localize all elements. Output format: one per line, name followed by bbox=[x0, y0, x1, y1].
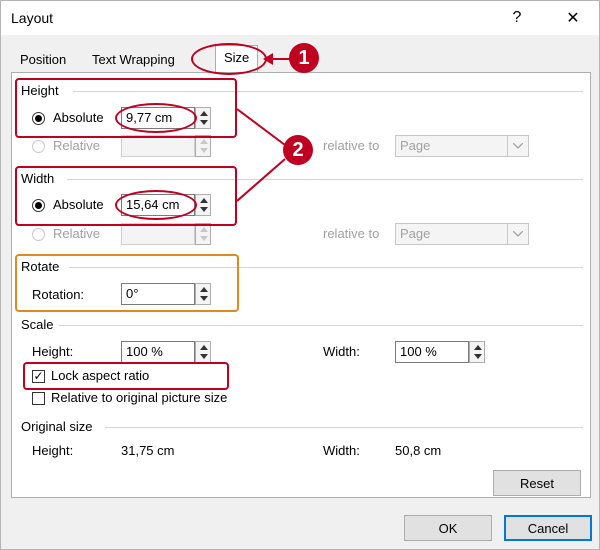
height-relative-to-value: Page bbox=[400, 138, 431, 153]
width-relative-input[interactable] bbox=[121, 223, 195, 245]
original-height-label: Height: bbox=[32, 443, 74, 458]
lock-aspect-highlight-box bbox=[23, 362, 229, 390]
title-bar: Layout ? ✕ bbox=[1, 1, 599, 35]
width-relative-to-value: Page bbox=[400, 226, 431, 241]
layout-dialog: Layout ? ✕ Position Text Wrapping Size H… bbox=[0, 0, 600, 550]
reset-button[interactable]: Reset bbox=[493, 470, 581, 496]
scale-width-spinner[interactable] bbox=[469, 341, 485, 363]
chevron-down-icon bbox=[507, 136, 528, 156]
help-icon: ? bbox=[512, 9, 522, 26]
width-relative-label: Relative bbox=[53, 226, 100, 241]
height-relative-label: Relative bbox=[53, 138, 100, 153]
close-icon: ✕ bbox=[566, 10, 580, 27]
arrow-icon bbox=[263, 53, 291, 65]
tab-text-wrapping[interactable]: Text Wrapping bbox=[83, 47, 184, 73]
height-relative-spinner[interactable] bbox=[195, 135, 211, 157]
help-button[interactable]: ? bbox=[499, 5, 535, 31]
scale-height-spinner[interactable] bbox=[195, 341, 211, 363]
original-size-group-divider bbox=[105, 427, 583, 428]
rotate-highlight-box bbox=[15, 254, 239, 312]
badge-one: 1 bbox=[289, 43, 319, 73]
width-value-highlight bbox=[115, 190, 197, 220]
cancel-button[interactable]: Cancel bbox=[504, 515, 592, 541]
scale-width-label: Width: bbox=[323, 344, 360, 359]
height-relative-input[interactable] bbox=[121, 135, 195, 157]
original-width-value: 50,8 cm bbox=[395, 443, 442, 458]
badge-two: 2 bbox=[283, 135, 313, 165]
dialog-title: Layout bbox=[11, 10, 54, 26]
relative-original-size-checkbox[interactable] bbox=[32, 392, 45, 405]
close-button[interactable]: ✕ bbox=[555, 5, 591, 31]
relative-original-size-label: Relative to original picture size bbox=[51, 390, 228, 405]
width-relative-to-select[interactable]: Page bbox=[395, 223, 529, 245]
original-height-value: 31,75 cm bbox=[121, 443, 175, 458]
scale-width-input[interactable]: 100 % bbox=[395, 341, 469, 363]
width-relative-radio[interactable] bbox=[32, 228, 45, 241]
chevron-down-icon bbox=[507, 224, 528, 244]
width-relative-to-label: relative to bbox=[323, 226, 380, 241]
tab-position[interactable]: Position bbox=[11, 47, 75, 73]
scale-height-label: Height: bbox=[32, 344, 74, 359]
width-relative-spinner[interactable] bbox=[195, 223, 211, 245]
size-tab-highlight bbox=[191, 43, 267, 75]
scale-group-divider bbox=[59, 325, 583, 326]
height-value-highlight bbox=[115, 103, 197, 133]
height-relative-to-label: relative to bbox=[323, 138, 380, 153]
original-size-group-label: Original size bbox=[21, 419, 93, 434]
height-relative-to-select[interactable]: Page bbox=[395, 135, 529, 157]
height-relative-radio[interactable] bbox=[32, 140, 45, 153]
scale-group-label: Scale bbox=[21, 317, 54, 332]
ok-button[interactable]: OK bbox=[404, 515, 492, 541]
original-width-label: Width: bbox=[323, 443, 360, 458]
scale-height-input[interactable]: 100 % bbox=[121, 341, 195, 363]
